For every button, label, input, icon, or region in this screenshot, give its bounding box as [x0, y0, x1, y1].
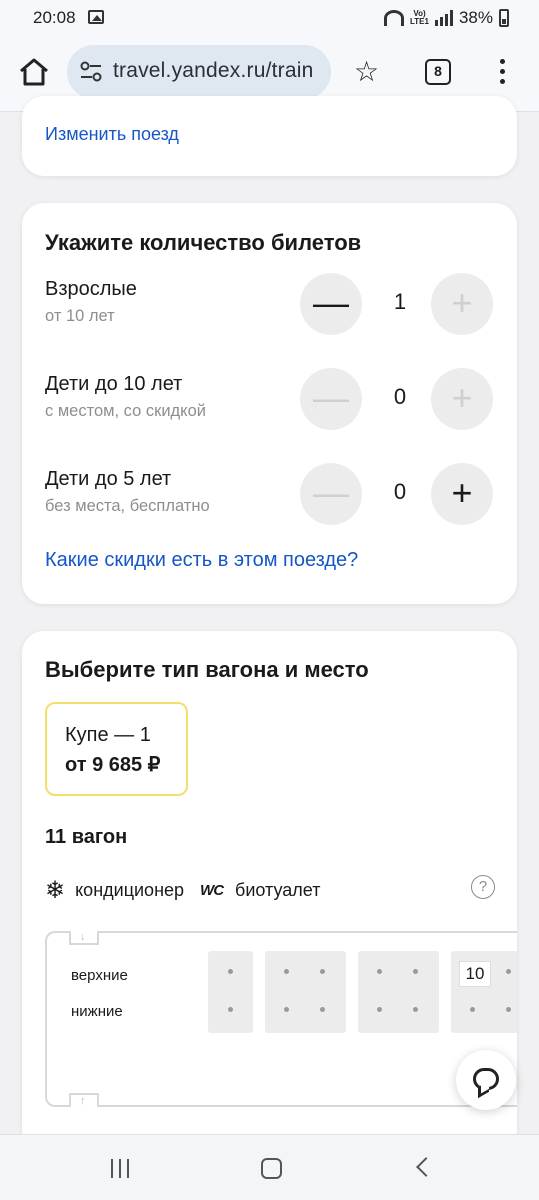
upper-seats-label: верхние: [71, 967, 128, 984]
discounts-link[interactable]: Какие скидки есть в этом поезде?: [45, 549, 358, 572]
wifi-icon: [384, 10, 404, 26]
back-icon[interactable]: [416, 1157, 436, 1177]
recents-icon[interactable]: [111, 1159, 129, 1178]
adults-plus-button[interactable]: +: [431, 273, 493, 335]
tariff-type: Купе — 1: [65, 724, 151, 746]
adults-count: 1: [393, 289, 407, 314]
train-card: Изменить поезд: [22, 96, 517, 176]
compartment[interactable]: [265, 951, 346, 1033]
address-bar[interactable]: travel.yandex.ru/train: [67, 45, 331, 99]
battery-percent: 38%: [458, 8, 493, 27]
adults-minus-button[interactable]: —: [300, 273, 362, 335]
amenity-label: кондиционер: [75, 879, 185, 900]
bookmark-star-icon[interactable]: ☆: [354, 58, 379, 86]
home-nav-icon[interactable]: [261, 1158, 282, 1179]
door-bottom-icon: ↑: [69, 1093, 99, 1107]
battery-icon: [499, 9, 509, 27]
snowflake-icon: ❄: [45, 876, 66, 904]
url-text: travel.yandex.ru/train: [113, 59, 314, 82]
compartment[interactable]: [208, 951, 253, 1033]
wc-icon: WC: [200, 881, 224, 899]
children-5-plus-button[interactable]: +: [431, 463, 493, 525]
tariff-coupe-button[interactable]: Купе — 1 от 9 685 ₽: [45, 702, 188, 796]
wagon-title: Выберите тип вагона и место: [45, 657, 369, 682]
children-5-minus-button[interactable]: —: [300, 463, 362, 525]
site-settings-icon[interactable]: [79, 61, 103, 83]
tariff-price: от 9 685 ₽: [65, 754, 161, 776]
children-10-plus-button[interactable]: +: [431, 368, 493, 430]
tickets-card: Укажите количество билетов Взрослые от 1…: [22, 203, 517, 604]
children-10-label: Дети до 10 лет: [45, 373, 183, 395]
compartment[interactable]: 10: [451, 951, 517, 1033]
wagon-scheme: ↓ ↑ верхние нижние 10: [45, 931, 517, 1107]
door-top-icon: ↓: [69, 931, 99, 945]
change-train-link[interactable]: Изменить поезд: [45, 124, 179, 145]
children-5-label: Дети до 5 лет: [45, 468, 172, 490]
amenity-label: биотуалет: [235, 879, 321, 900]
children-5-row: Дети до 5 лет без места, бесплатно — 0 +: [45, 463, 495, 527]
adults-row: Взрослые от 10 лет — 1 +: [45, 273, 495, 337]
help-icon[interactable]: ?: [471, 875, 495, 899]
signal-icon: [434, 10, 453, 26]
volte-icon: Vo) LTE1: [410, 9, 429, 26]
seat-number[interactable]: 10: [459, 961, 491, 987]
compartment[interactable]: [358, 951, 439, 1033]
tab-switcher-button[interactable]: 8: [425, 59, 451, 85]
adults-label: Взрослые: [45, 278, 137, 300]
children-10-row: Дети до 10 лет с местом, со скидкой — 0 …: [45, 368, 495, 432]
tickets-title: Укажите количество билетов: [45, 230, 362, 255]
adults-sublabel: от 10 лет: [45, 307, 115, 325]
overflow-menu-icon[interactable]: [500, 59, 506, 89]
system-nav-bar: [0, 1134, 539, 1200]
status-right: Vo) LTE1 38%: [384, 8, 509, 28]
gallery-notification-icon: [88, 10, 104, 24]
status-bar: 20:08 Vo) LTE1 38%: [0, 0, 539, 36]
status-time: 20:08: [33, 8, 76, 27]
lower-seats-label: нижние: [71, 1003, 123, 1020]
children-10-minus-button[interactable]: —: [300, 368, 362, 430]
chat-bubble-icon: [473, 1068, 499, 1090]
children-5-sublabel: без места, бесплатно: [45, 497, 210, 515]
children-5-count: 0: [393, 479, 407, 504]
home-icon[interactable]: [18, 56, 50, 88]
amenities: ❄ кондиционер WC биотуалет: [45, 876, 321, 904]
wagon-card: Выберите тип вагона и место Купе — 1 от …: [22, 631, 517, 1151]
chat-button[interactable]: [456, 1050, 516, 1110]
wagon-number: 11 вагон: [45, 826, 128, 848]
children-10-count: 0: [393, 384, 407, 409]
children-10-sublabel: с местом, со скидкой: [45, 402, 206, 420]
